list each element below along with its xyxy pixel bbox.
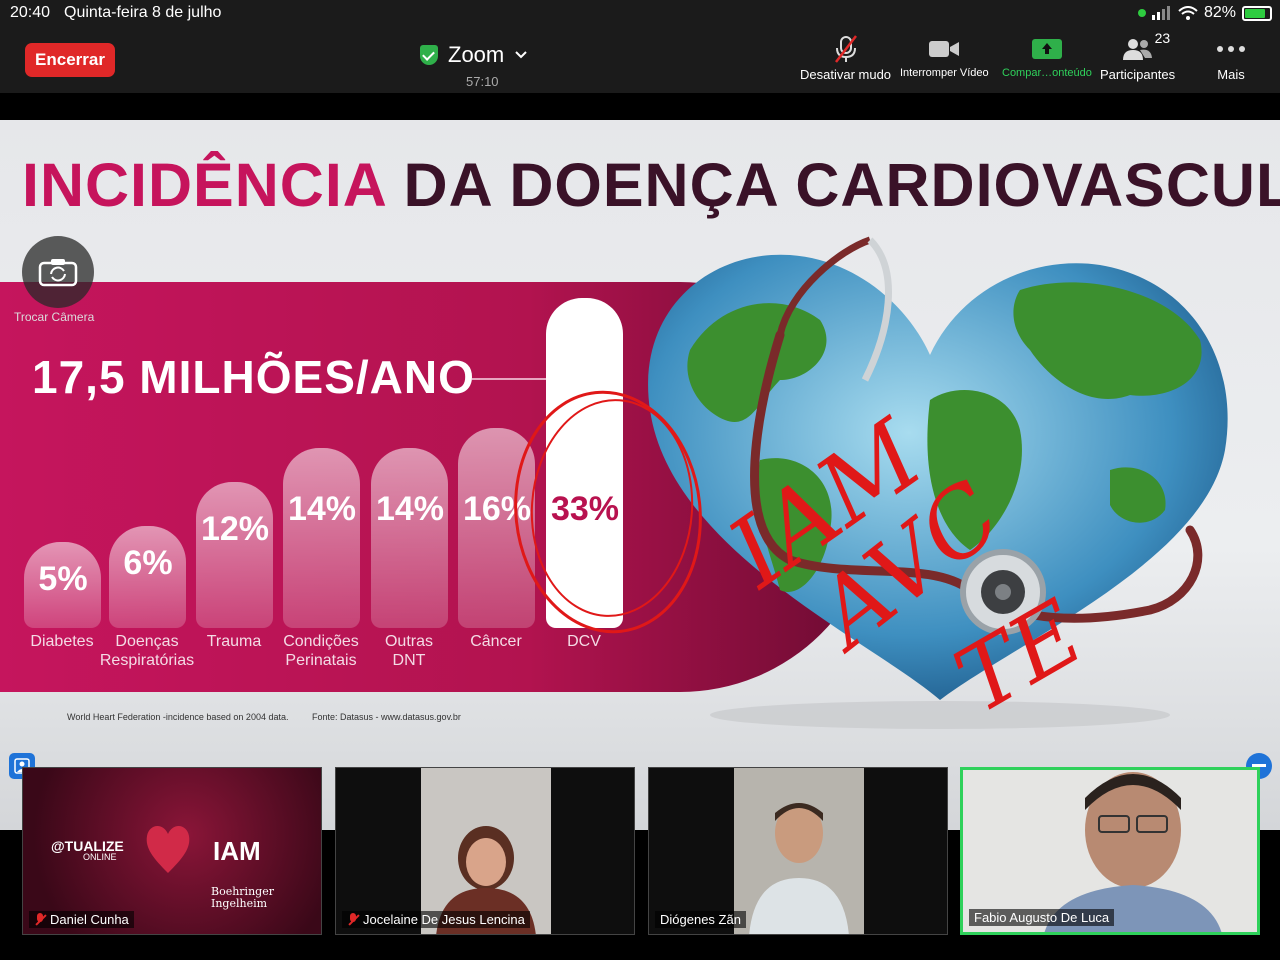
participant-tile[interactable]: Diógenes Zãn — [648, 767, 948, 935]
topic-text: IAM — [213, 836, 261, 866]
battery-percent: 82% — [1203, 4, 1236, 21]
shared-slide: INCIDÊNCIA DA DOENÇA CARDIOVASCULAR 17,5… — [0, 120, 1280, 830]
participant-name-tag: Jocelaine De Jesus Lencina — [342, 911, 530, 928]
battery-icon — [1242, 5, 1272, 21]
share-screen-icon — [1031, 34, 1063, 64]
participant-name: Daniel Cunha — [50, 912, 129, 927]
participant-count: 23 — [1154, 30, 1171, 46]
more-dots-icon — [1216, 34, 1246, 64]
unmute-button[interactable]: Desativar mudo — [800, 34, 891, 82]
meeting-timer: 57:10 — [466, 74, 499, 89]
participant-tile[interactable]: Jocelaine De Jesus Lencina — [335, 767, 635, 935]
participant-name: Diógenes Zãn — [660, 912, 741, 927]
participant-name: Fabio Augusto De Luca — [974, 910, 1110, 925]
clock: 20:40 — [10, 4, 51, 21]
more-button[interactable]: Mais — [1216, 34, 1246, 82]
battery-level — [1245, 8, 1265, 18]
participant-name-tag: Fabio Augusto De Luca — [969, 909, 1115, 926]
security-shield-icon — [420, 45, 438, 65]
participants-label: Participantes — [1100, 67, 1176, 82]
muted-mic-icon — [347, 913, 359, 926]
switch-camera-label: Trocar Câmera — [14, 310, 95, 324]
status-indicators: 82% — [1137, 4, 1272, 22]
app-name: Zoom — [448, 42, 505, 67]
switch-camera-icon — [38, 259, 78, 287]
participants-icon: 23 — [1121, 30, 1170, 64]
source-note-right: Fonte: Datasus - www.datasus.gov.br — [312, 712, 461, 722]
participant-name-tag: Diógenes Zãn — [655, 911, 746, 928]
date: Quinta-feira 8 de julho — [64, 4, 222, 21]
handwritten-te: TE — [939, 580, 1100, 734]
source-note-left: World Heart Federation -incidence based … — [67, 712, 289, 722]
brand-logo-subtext: ONLINE — [83, 852, 117, 862]
sponsor-logo-text: Boehringer Ingelheim — [211, 885, 274, 910]
switch-camera-button[interactable] — [22, 236, 94, 308]
participant-tile[interactable]: @TUALIZE ONLINE IAM Boehringer Ingelheim… — [22, 767, 322, 935]
heart-logo-icon — [146, 825, 190, 873]
end-meeting-button[interactable]: Encerrar — [25, 43, 115, 77]
more-label: Mais — [1217, 67, 1245, 82]
stop-video-button[interactable]: Interromper Vídeo — [900, 34, 989, 79]
cellular-signal-icon — [1151, 6, 1170, 20]
participant-video-person — [749, 803, 849, 934]
stop-video-label: Interromper Vídeo — [900, 67, 989, 79]
meeting-toolbar: Encerrar Zoom 57:10 Desativar mudo Inter… — [0, 26, 1280, 93]
meeting-title-button[interactable]: Zoom — [420, 42, 528, 68]
participant-name: Jocelaine De Jesus Lencina — [363, 912, 525, 927]
chevron-down-icon — [515, 51, 527, 59]
unmute-label: Desativar mudo — [800, 67, 892, 82]
handwritten-annotation: IAM AVC TE — [514, 390, 1100, 734]
muted-mic-icon — [34, 913, 46, 926]
share-content-button[interactable]: Compar…onteúdo — [1002, 34, 1092, 79]
status-bar: 20:40 Quinta-feira 8 de julho 82% — [0, 0, 1280, 26]
share-content-label: Compar…onteúdo — [1002, 67, 1092, 79]
participant-name-tag: Daniel Cunha — [29, 911, 134, 928]
camera-in-use-icon — [1137, 9, 1146, 17]
wifi-icon — [1178, 5, 1198, 20]
participants-button[interactable]: 23 Participantes — [1100, 30, 1176, 82]
active-speaker-tile[interactable]: Fabio Augusto De Luca — [960, 767, 1260, 935]
microphone-muted-icon — [831, 34, 861, 64]
video-camera-icon — [928, 34, 960, 64]
